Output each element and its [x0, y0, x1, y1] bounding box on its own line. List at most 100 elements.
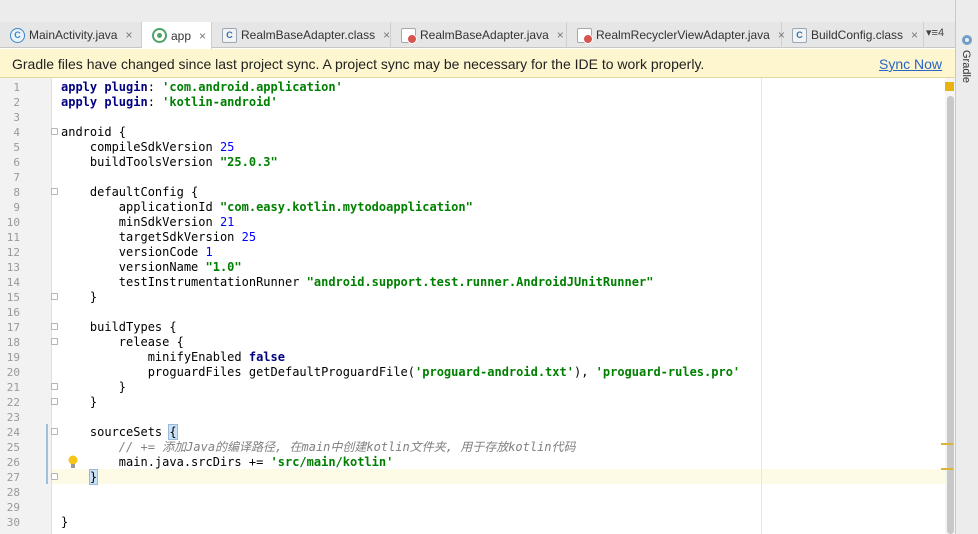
code-token: "com.easy.kotlin.mytodoapplication" [219, 200, 473, 214]
code-line[interactable]: versionName "1.0" [61, 260, 242, 275]
editor-tab[interactable]: app × [142, 22, 212, 49]
code-token: sourceSets [61, 425, 170, 439]
close-tab-icon[interactable]: × [383, 28, 390, 42]
code-line[interactable]: versionCode 1 [61, 245, 213, 260]
close-tab-icon[interactable]: × [199, 29, 206, 43]
code-line[interactable]: sourceSets { [61, 424, 178, 440]
line-number: 2 [13, 96, 20, 109]
code-token: versionCode [61, 245, 206, 259]
code-token: : [147, 95, 163, 109]
fold-marker[interactable] [51, 383, 58, 390]
fold-marker[interactable] [51, 128, 58, 135]
vcs-change-marker[interactable] [46, 424, 48, 484]
line-number: 3 [13, 111, 20, 124]
editor-tab[interactable]: C BuildConfig.class × [782, 22, 924, 48]
code-token: 'src/main/kotlin' [270, 455, 394, 469]
code-token: } [61, 395, 98, 409]
line-number: 9 [13, 201, 20, 214]
close-tab-icon[interactable]: × [557, 28, 564, 42]
code-line[interactable]: release { [61, 335, 184, 350]
code-line[interactable]: testInstrumentationRunner "android.suppo… [61, 275, 654, 290]
code-line[interactable]: } [61, 290, 97, 305]
intention-lightbulb-icon[interactable] [68, 455, 78, 469]
sync-now-link[interactable]: Sync Now [879, 56, 942, 72]
code-line[interactable]: } [61, 515, 68, 530]
right-margin-guide [761, 78, 762, 534]
fold-marker[interactable] [51, 428, 58, 435]
class-file-icon: C [792, 27, 807, 43]
error-stripe-mark[interactable] [941, 443, 953, 445]
code-token: { [168, 424, 178, 440]
code-line[interactable]: applicationId "com.easy.kotlin.mytodoapp… [61, 200, 473, 215]
code-line[interactable]: targetSdkVersion 25 [61, 230, 256, 245]
code-line[interactable]: } [61, 395, 97, 410]
kotlin-class-icon: C [10, 27, 25, 43]
close-tab-icon[interactable]: × [125, 28, 132, 42]
java-file-icon [401, 27, 417, 44]
editor-tab[interactable]: RealmBaseAdapter.java × [391, 22, 567, 48]
code-line[interactable]: defaultConfig { [61, 185, 198, 200]
code-line[interactable]: buildToolsVersion "25.0.3" [61, 155, 278, 170]
code-token: 21 [219, 215, 235, 229]
code-line[interactable]: main.java.srcDirs += 'src/main/kotlin' [61, 455, 394, 470]
code-token: 'com.android.application' [162, 80, 343, 94]
code-line[interactable]: } [61, 380, 126, 395]
fold-marker[interactable] [51, 293, 58, 300]
code-token: } [88, 469, 99, 485]
code-line[interactable]: minSdkVersion 21 [61, 215, 235, 230]
gradle-panel-toggle[interactable]: Gradle [960, 50, 972, 83]
editor-tab[interactable]: C RealmBaseAdapter.class × [212, 22, 391, 48]
code-token: 25 [219, 140, 235, 154]
line-number: 19 [6, 351, 20, 364]
inspection-status-icon[interactable] [945, 82, 954, 91]
code-token: apply plugin [61, 95, 148, 109]
editor-tab[interactable]: C MainActivity.java × [0, 22, 142, 48]
caret-row-highlight [52, 469, 945, 484]
code-token: release { [61, 335, 184, 349]
fold-marker[interactable] [51, 338, 58, 345]
fold-marker[interactable] [51, 473, 58, 480]
code-line[interactable]: android { [61, 125, 126, 140]
line-number: 17 [6, 321, 20, 334]
gradle-icon[interactable] [961, 34, 973, 46]
code-token: versionName [61, 260, 206, 274]
error-stripe-mark[interactable] [941, 468, 953, 470]
tab-label: RealmRecyclerViewAdapter.java [596, 28, 770, 42]
code-line[interactable]: apply plugin: 'kotlin-android' [61, 95, 278, 110]
line-number: 4 [13, 126, 20, 139]
close-tab-icon[interactable]: × [911, 28, 918, 42]
tab-label: BuildConfig.class [811, 28, 904, 42]
title-strip [0, 0, 955, 22]
fold-marker[interactable] [51, 188, 58, 195]
code-token: defaultConfig { [61, 185, 199, 199]
code-token: ), [573, 365, 596, 379]
code-line[interactable]: compileSdkVersion 25 [61, 140, 235, 155]
code-token: } [61, 380, 127, 394]
line-number: 26 [6, 456, 20, 469]
fold-marker[interactable] [51, 323, 58, 330]
line-number: 13 [6, 261, 20, 274]
tab-overflow-menu[interactable]: ▾≡4 [926, 26, 944, 39]
code-line[interactable]: // += 添加Java的编译路径, 在main中创建kotlin文件夹, 用于… [61, 440, 576, 455]
tab-label: MainActivity.java [29, 28, 118, 42]
line-number: 14 [6, 276, 20, 289]
line-number: 16 [6, 306, 20, 319]
fold-marker[interactable] [51, 398, 58, 405]
line-number: 22 [6, 396, 20, 409]
code-line[interactable]: proguardFiles getDefaultProguardFile('pr… [61, 365, 740, 380]
code-line[interactable]: } [61, 469, 99, 485]
notification-message: Gradle files have changed since last pro… [12, 56, 705, 72]
line-number: 28 [6, 486, 20, 499]
code-token: "25.0.3" [219, 155, 278, 169]
code-line[interactable]: minifyEnabled false [61, 350, 285, 365]
code-line[interactable]: buildTypes { [61, 320, 177, 335]
tab-label: RealmBaseAdapter.java [420, 28, 549, 42]
line-number: 25 [6, 441, 20, 454]
line-number: 18 [6, 336, 20, 349]
code-token: apply plugin [61, 80, 148, 94]
code-token: buildToolsVersion [61, 155, 220, 169]
code-line[interactable]: apply plugin: 'com.android.application' [61, 80, 343, 95]
line-number: 5 [13, 141, 20, 154]
code-token: "1.0" [205, 260, 242, 274]
editor-tab[interactable]: RealmRecyclerViewAdapter.java × [567, 22, 785, 48]
